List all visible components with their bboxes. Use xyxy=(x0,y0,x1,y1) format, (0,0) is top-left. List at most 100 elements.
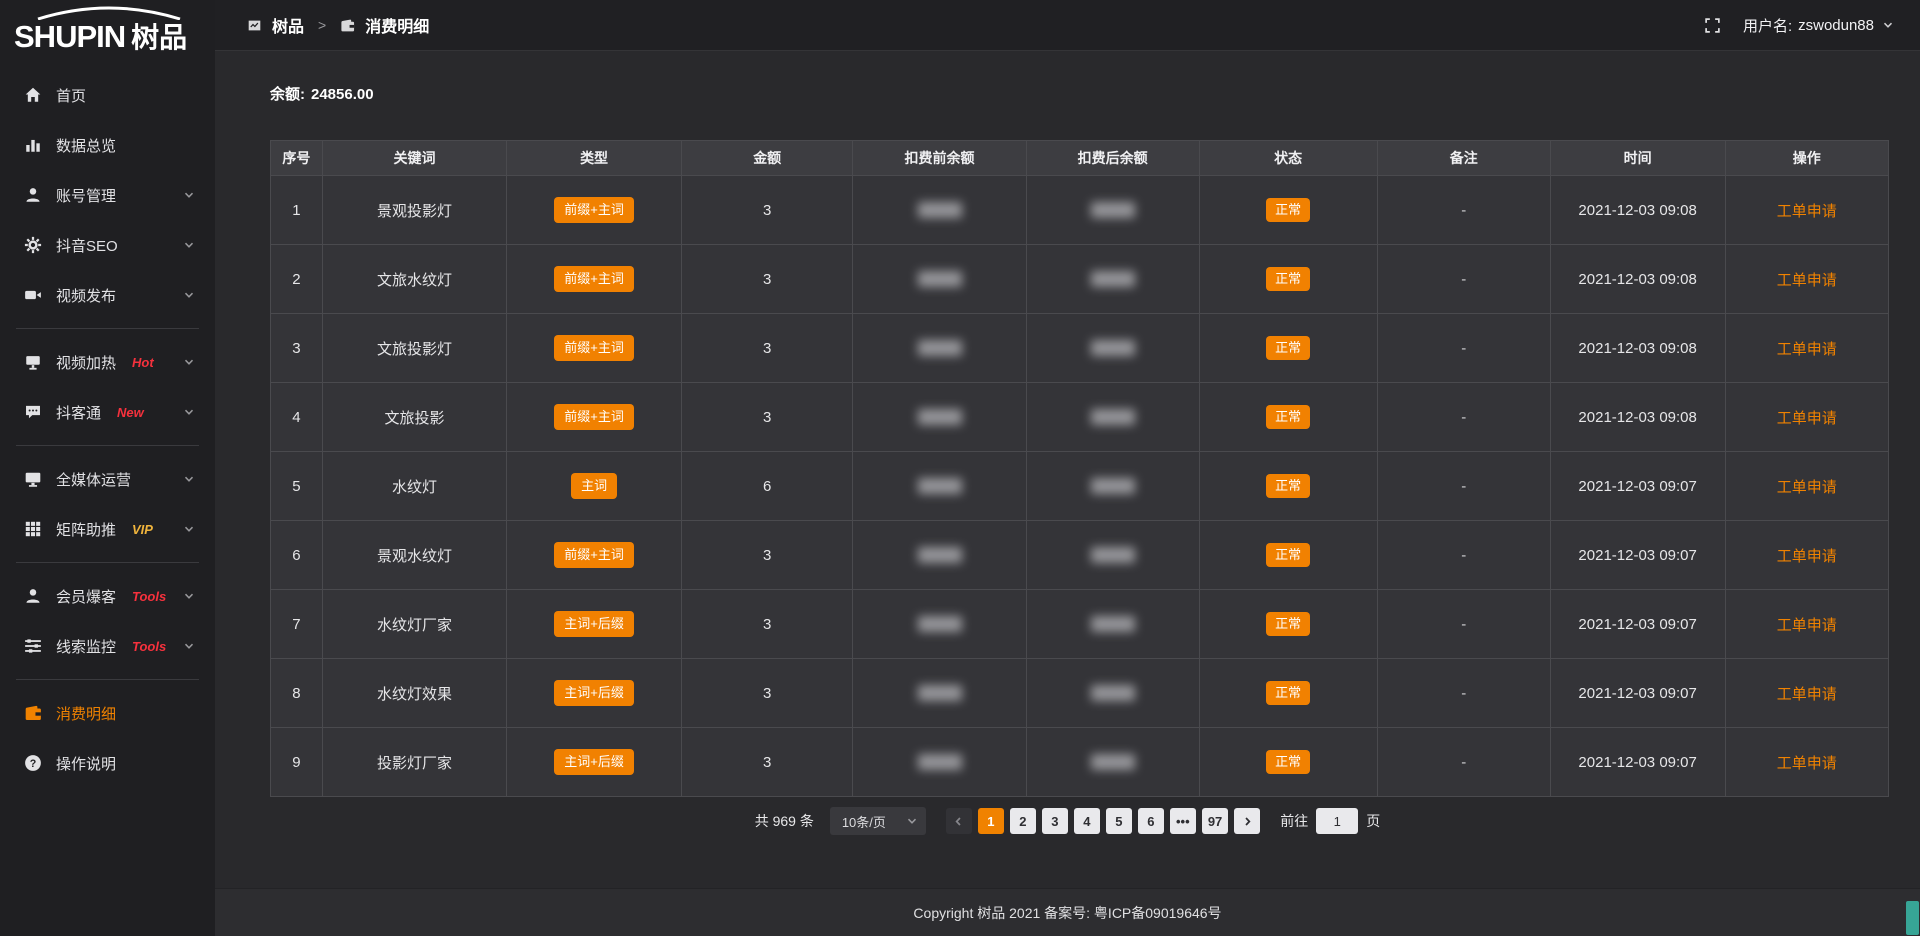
sidebar-item-douketong[interactable]: 抖客通New xyxy=(0,387,215,437)
goto-page-input[interactable] xyxy=(1316,808,1358,834)
note-cell: - xyxy=(1377,728,1550,797)
main-content: 余额:24856.00 序号关键词类型金额扣费前余额扣费后余额状态备注时间操作 … xyxy=(215,51,1920,936)
sidebar-item-home[interactable]: 首页 xyxy=(0,70,215,120)
sidebar-item-label: 消费明细 xyxy=(56,703,116,724)
table-row: 4文旅投影前缀+主词3正常-2021-12-03 09:08工单申请 xyxy=(271,383,1889,452)
chevron-down-icon xyxy=(183,189,195,201)
user-menu[interactable]: 用户名: zswodun88 xyxy=(1743,15,1894,36)
page-size-select[interactable]: 10条/页 xyxy=(830,807,926,835)
chevron-down-icon xyxy=(183,356,195,368)
redacted-balance-before xyxy=(918,340,962,356)
column-header: 扣费前余额 xyxy=(853,141,1026,176)
column-header: 备注 xyxy=(1377,141,1550,176)
status-cell: 正常 xyxy=(1199,314,1377,383)
sidebar-item-video-heat[interactable]: 视频加热Hot xyxy=(0,337,215,387)
column-header: 扣费后余额 xyxy=(1026,141,1199,176)
page-button-5[interactable]: 5 xyxy=(1106,808,1132,834)
page-button-3[interactable]: 3 xyxy=(1042,808,1068,834)
page-button-1[interactable]: 1 xyxy=(978,808,1004,834)
consumption-table: 序号关键词类型金额扣费前余额扣费后余额状态备注时间操作 1景观投影灯前缀+主词3… xyxy=(270,140,1889,797)
type-badge: 前缀+主词 xyxy=(554,197,634,223)
pagination: 共 969 条 10条/页 123456•••97 前往 页 xyxy=(215,807,1920,835)
note-cell: - xyxy=(1377,659,1550,728)
wallet-icon xyxy=(24,704,42,722)
work-order-link[interactable]: 工单申请 xyxy=(1777,548,1837,565)
page-button-4[interactable]: 4 xyxy=(1074,808,1100,834)
type-badge: 主词+后缀 xyxy=(554,749,634,775)
sidebar-item-data-overview[interactable]: 数据总览 xyxy=(0,120,215,170)
page-ellipsis-button[interactable]: ••• xyxy=(1170,808,1196,834)
balance-after-cell xyxy=(1026,245,1199,314)
status-cell: 正常 xyxy=(1199,452,1377,521)
keyword-cell: 水纹灯效果 xyxy=(322,659,506,728)
note-cell: - xyxy=(1377,521,1550,590)
balance-before-cell xyxy=(853,383,1026,452)
row-index-cell: 2 xyxy=(271,245,323,314)
keyword-cell: 水纹灯 xyxy=(322,452,506,521)
balance-before-cell xyxy=(853,728,1026,797)
goto-label: 前往 xyxy=(1280,811,1308,831)
sidebar-item-member-leads[interactable]: 会员爆客Tools xyxy=(0,571,215,621)
sidebar-item-tag: Hot xyxy=(132,355,154,370)
work-order-link[interactable]: 工单申请 xyxy=(1777,272,1837,289)
sidebar-item-clue-monitor[interactable]: 线索监控Tools xyxy=(0,621,215,671)
video-camera-icon xyxy=(24,286,42,304)
floating-widget[interactable] xyxy=(1906,901,1919,935)
page-button-2[interactable]: 2 xyxy=(1010,808,1036,834)
sidebar-item-help[interactable]: ?操作说明 xyxy=(0,738,215,788)
sidebar-item-matrix-boost[interactable]: 矩阵助推VIP xyxy=(0,504,215,554)
sidebar-item-all-media[interactable]: 全媒体运营 xyxy=(0,454,215,504)
sidebar-item-account-manage[interactable]: 账号管理 xyxy=(0,170,215,220)
prev-page-button[interactable] xyxy=(946,808,972,834)
action-cell: 工单申请 xyxy=(1725,314,1888,383)
status-badge: 正常 xyxy=(1266,612,1310,636)
redacted-balance-after xyxy=(1091,616,1135,632)
column-header: 类型 xyxy=(507,141,682,176)
status-cell: 正常 xyxy=(1199,383,1377,452)
work-order-link[interactable]: 工单申请 xyxy=(1777,479,1837,496)
table-header-row: 序号关键词类型金额扣费前余额扣费后余额状态备注时间操作 xyxy=(271,141,1889,176)
work-order-link[interactable]: 工单申请 xyxy=(1777,686,1837,703)
column-header: 关键词 xyxy=(322,141,506,176)
sidebar-item-label: 抖音SEO xyxy=(56,235,118,256)
work-order-link[interactable]: 工单申请 xyxy=(1777,410,1837,427)
sidebar-item-video-publish[interactable]: 视频发布 xyxy=(0,270,215,320)
amount-cell: 3 xyxy=(681,314,853,383)
comment-icon xyxy=(24,403,42,421)
amount-cell: 3 xyxy=(681,245,853,314)
table-row: 3文旅投影灯前缀+主词3正常-2021-12-03 09:08工单申请 xyxy=(271,314,1889,383)
work-order-link[interactable]: 工单申请 xyxy=(1777,617,1837,634)
status-cell: 正常 xyxy=(1199,590,1377,659)
top-header: 树品 > 消费明细 用户名: zswodun88 xyxy=(215,0,1920,51)
chevron-down-icon xyxy=(183,473,195,485)
type-cell: 主词+后缀 xyxy=(507,728,682,797)
user-icon xyxy=(24,186,42,204)
arrow-right-icon xyxy=(1242,816,1253,827)
page-button-97[interactable]: 97 xyxy=(1202,808,1228,834)
work-order-link[interactable]: 工单申请 xyxy=(1777,203,1837,220)
status-badge: 正常 xyxy=(1266,474,1310,498)
note-cell: - xyxy=(1377,452,1550,521)
work-order-link[interactable]: 工单申请 xyxy=(1777,341,1837,358)
sidebar-item-label: 矩阵助推 xyxy=(56,519,116,540)
amount-cell: 3 xyxy=(681,383,853,452)
page-button-6[interactable]: 6 xyxy=(1138,808,1164,834)
sidebar-divider xyxy=(16,328,199,329)
breadcrumb-root[interactable]: 树品 xyxy=(272,13,304,37)
sidebar-item-label: 首页 xyxy=(56,85,86,106)
fullscreen-icon[interactable] xyxy=(1704,17,1721,34)
type-badge: 主词+后缀 xyxy=(554,680,634,706)
sidebar-item-douyin-seo[interactable]: 抖音SEO xyxy=(0,220,215,270)
sidebar-item-tag: New xyxy=(117,405,144,420)
chevron-down-icon xyxy=(183,640,195,652)
work-order-link[interactable]: 工单申请 xyxy=(1777,755,1837,772)
time-cell: 2021-12-03 09:08 xyxy=(1550,314,1725,383)
type-cell: 前缀+主词 xyxy=(507,314,682,383)
sidebar-item-label: 账号管理 xyxy=(56,185,116,206)
row-index-cell: 6 xyxy=(271,521,323,590)
next-page-button[interactable] xyxy=(1234,808,1260,834)
sidebar-item-consume-detail[interactable]: 消费明细 xyxy=(0,688,215,738)
username-value: zswodun88 xyxy=(1798,17,1874,34)
balance-after-cell xyxy=(1026,521,1199,590)
sidebar-item-label: 操作说明 xyxy=(56,753,116,774)
